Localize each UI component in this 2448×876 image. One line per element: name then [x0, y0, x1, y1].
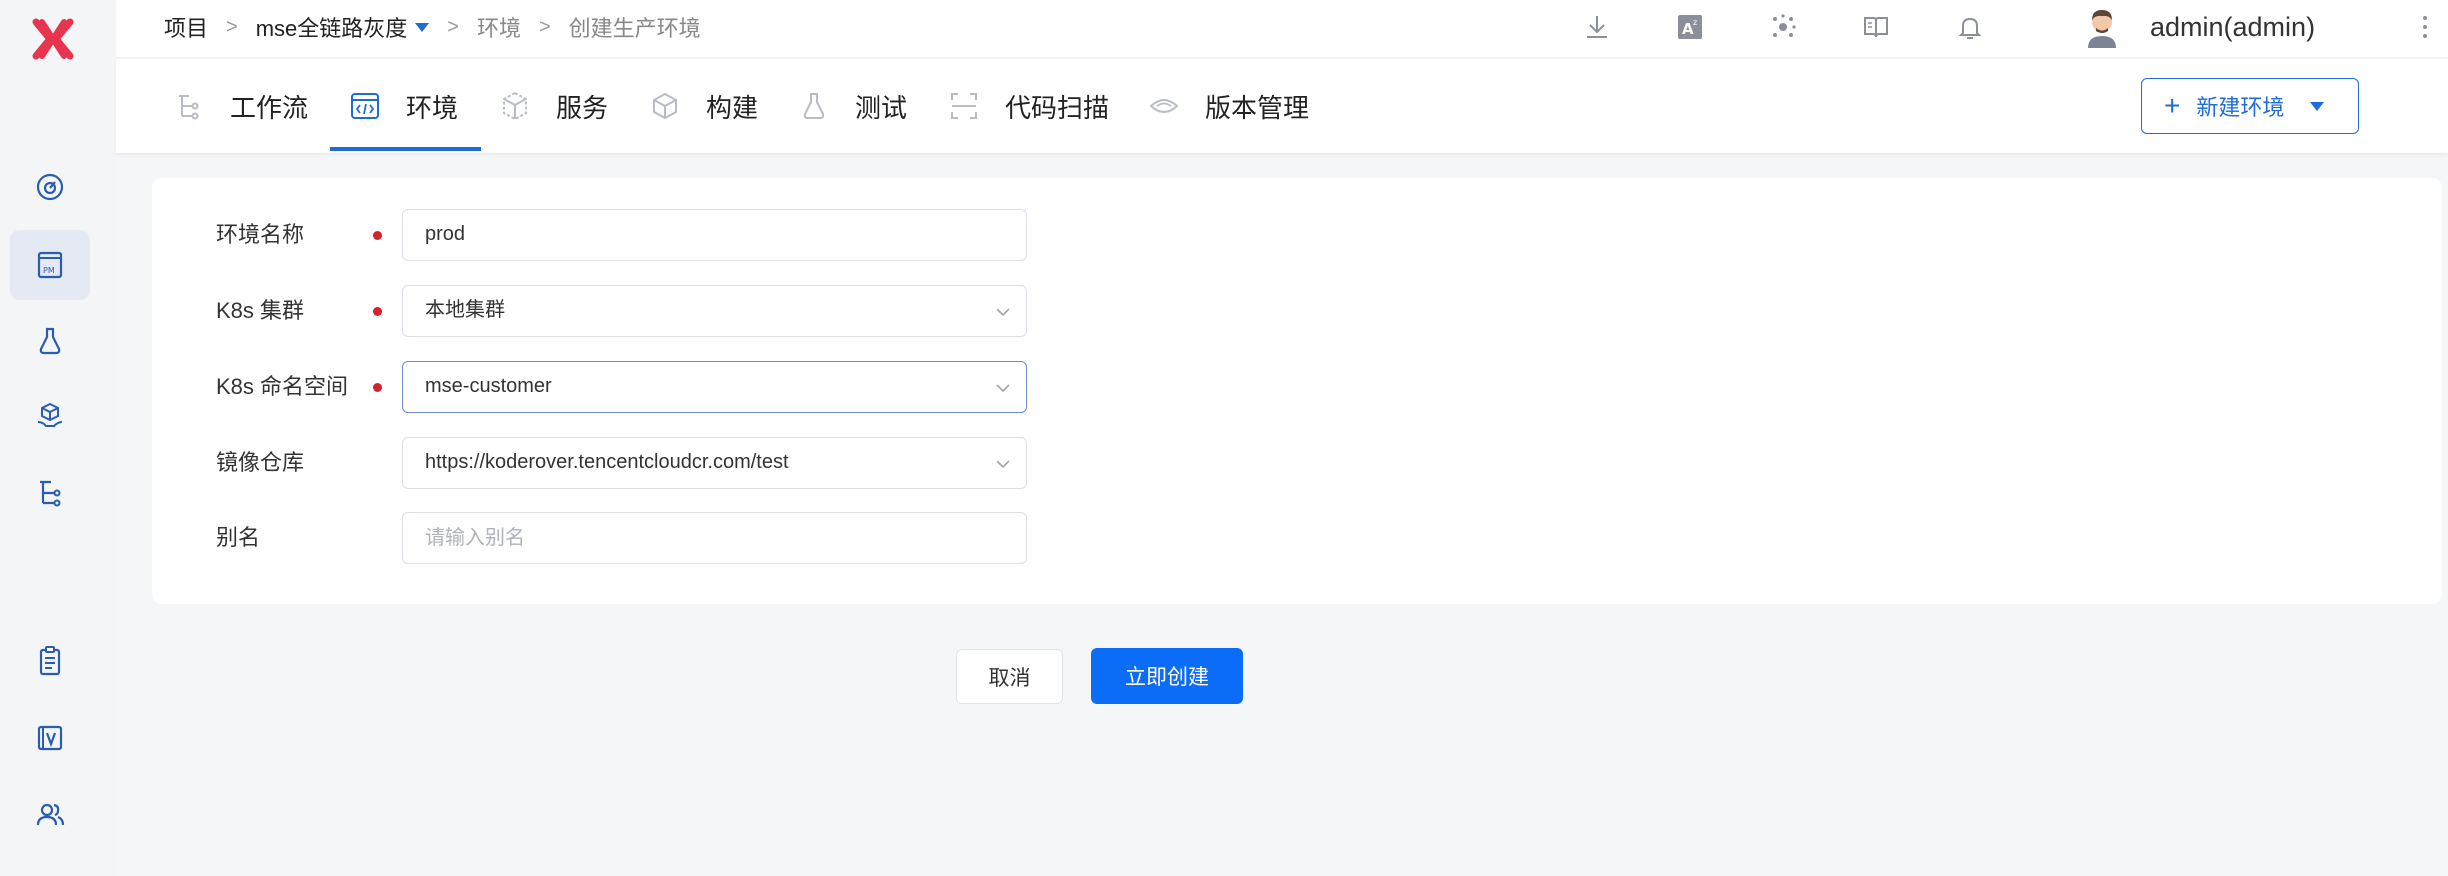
sidebar-item-delivery[interactable]	[10, 382, 90, 452]
tab-environment[interactable]: 环境	[348, 59, 458, 153]
alias-input[interactable]	[402, 512, 1027, 564]
registry-label: 镜像仓库	[216, 450, 305, 475]
sidebar-item-workflow[interactable]	[10, 458, 90, 528]
chevron-down-icon	[996, 384, 1010, 393]
plugin-icon[interactable]	[1766, 10, 1800, 44]
env-name-label: 环境名称	[216, 222, 305, 247]
docs-icon[interactable]	[1859, 10, 1893, 44]
sidebar-item-dashboard[interactable]	[10, 152, 90, 222]
form-row-alias: 别名	[152, 512, 1352, 564]
translate-icon[interactable]: Az	[1673, 10, 1707, 44]
required-indicator	[373, 231, 382, 240]
tab-label: 测试	[855, 92, 908, 123]
plus-icon: +	[2164, 90, 2181, 121]
cluster-select-value: 本地集群	[425, 299, 505, 321]
workflow-icon	[172, 89, 206, 123]
scan-icon	[947, 89, 981, 123]
users-icon	[36, 803, 65, 826]
breadcrumb: 项目 > mse全链路灰度 > 环境 > 创建生产环境	[164, 0, 701, 54]
namespace-label: K8s 命名空间	[216, 374, 349, 399]
username[interactable]: admin(admin)	[2150, 12, 2315, 43]
project-pm-icon: PM	[37, 251, 63, 279]
sidebar-item-users[interactable]	[10, 780, 90, 850]
hand-box-icon	[37, 402, 63, 427]
gauge-icon	[36, 173, 64, 201]
tab-build[interactable]: 构建	[648, 59, 758, 153]
chevron-down-icon[interactable]	[2310, 101, 2325, 111]
top-header: 项目 > mse全链路灰度 > 环境 > 创建生产环境 Az admin(adm…	[116, 0, 2448, 58]
avatar[interactable]	[2082, 6, 2122, 48]
breadcrumb-environments[interactable]: 环境	[477, 11, 521, 43]
tab-service[interactable]: 服务	[498, 59, 608, 153]
svg-text:PM: PM	[43, 266, 55, 275]
required-indicator	[373, 307, 382, 316]
form-row-env-name: 环境名称 prod	[152, 209, 1352, 261]
breadcrumb-current-page: 创建生产环境	[568, 16, 701, 41]
tab-label: 服务	[556, 92, 609, 123]
bell-icon[interactable]	[1953, 10, 1987, 44]
sidebar-item-testing[interactable]	[10, 306, 90, 376]
flask-icon	[797, 89, 831, 123]
breadcrumb-project-name[interactable]: mse全链路灰度	[256, 11, 408, 43]
new-environment-button[interactable]: + 新建环境	[2141, 78, 2359, 134]
code-icon	[348, 89, 382, 123]
namespace-select[interactable]: mse-customer	[402, 361, 1027, 413]
sidebar-item-plan[interactable]	[10, 626, 90, 696]
active-tab-indicator	[330, 147, 481, 151]
breadcrumb-separator: >	[538, 15, 551, 38]
cancel-button[interactable]: 取消	[956, 649, 1063, 704]
required-indicator	[373, 383, 382, 392]
tab-label: 环境	[406, 92, 459, 123]
form-row-namespace: K8s 命名空间 mse-customer	[152, 361, 1352, 413]
tab-label: 构建	[706, 92, 759, 123]
create-environment-form: 环境名称 prod K8s 集群 本地集群 K8s 命名空间 mse-custo…	[152, 178, 2442, 604]
cluster-label: K8s 集群	[216, 298, 305, 323]
env-name-input[interactable]: prod	[402, 209, 1027, 261]
breadcrumb-separator: >	[226, 15, 238, 38]
box-icon	[648, 89, 682, 123]
project-tab-bar: 工作流 环境 服务 构建 测试 代码扫描 版本管理 + 新建环境	[116, 59, 2448, 153]
tab-version[interactable]: 版本管理	[1147, 59, 1309, 153]
left-sidebar: PM	[0, 0, 116, 876]
more-menu-icon[interactable]	[2420, 14, 2430, 40]
registry-select-value: https://koderover.tencentcloudcr.com/tes…	[425, 451, 789, 473]
download-icon[interactable]	[1580, 10, 1614, 44]
new-environment-label: 新建环境	[2196, 95, 2285, 120]
breadcrumb-separator: >	[447, 15, 459, 38]
sidebar-item-projects[interactable]: PM	[10, 230, 90, 300]
create-now-button[interactable]: 立即创建	[1091, 648, 1243, 704]
form-row-registry: 镜像仓库 https://koderover.tencentcloudcr.co…	[152, 437, 1352, 489]
chevron-down-icon	[996, 308, 1010, 317]
tab-workflow[interactable]: 工作流	[172, 59, 308, 153]
sidebar-item-version[interactable]	[10, 703, 90, 773]
namespace-select-value: mse-customer	[425, 375, 552, 397]
flask-icon	[39, 327, 61, 355]
alias-label: 别名	[216, 525, 261, 550]
koderover-logo[interactable]	[28, 14, 78, 64]
cluster-select[interactable]: 本地集群	[402, 285, 1027, 337]
svg-text:z: z	[1693, 18, 1697, 27]
tab-label: 代码扫描	[1005, 92, 1110, 123]
cube-icon	[498, 89, 532, 123]
chevron-down-icon	[996, 460, 1010, 469]
form-row-cluster: K8s 集群 本地集群	[152, 285, 1352, 337]
tab-code-scan[interactable]: 代码扫描	[947, 59, 1109, 153]
breadcrumb-projects[interactable]: 项目	[164, 11, 208, 43]
tab-test[interactable]: 测试	[797, 59, 907, 153]
tab-label: 版本管理	[1205, 92, 1310, 123]
registry-select[interactable]: https://koderover.tencentcloudcr.com/tes…	[402, 437, 1027, 489]
project-switch-caret-icon[interactable]	[415, 22, 430, 32]
clipboard-icon	[39, 646, 61, 676]
workflow-tree-icon	[40, 480, 61, 507]
tab-label: 工作流	[230, 92, 309, 123]
diamond-icon	[1147, 89, 1181, 123]
version-book-icon	[37, 725, 63, 751]
